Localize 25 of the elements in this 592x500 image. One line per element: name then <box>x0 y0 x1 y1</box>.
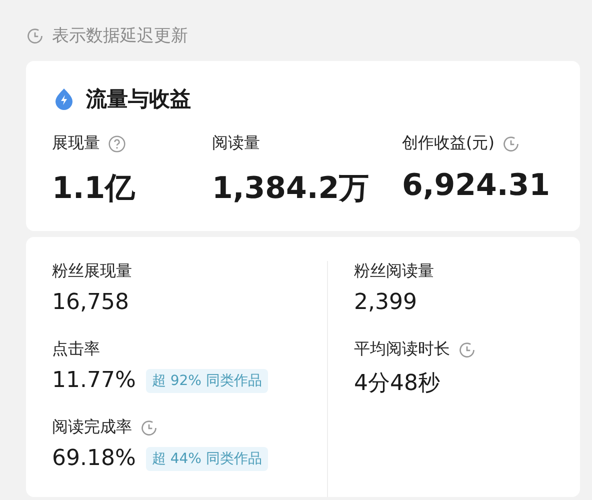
clock-icon <box>26 26 44 44</box>
rank-badge: 超 44% 同类作品 <box>146 446 268 470</box>
clock-icon[interactable] <box>458 340 476 358</box>
clock-icon[interactable] <box>140 418 158 436</box>
metric-value: 6,924.31 <box>402 168 552 203</box>
metric-label: 平均阅读时长 <box>354 339 450 360</box>
section-title: 流量与收益 <box>86 86 191 113</box>
rank-badge: 超 92% 同类作品 <box>146 368 268 392</box>
clock-icon[interactable] <box>502 134 520 152</box>
metric-value: 2,399 <box>354 290 417 315</box>
metric-label: 阅读量 <box>212 133 260 154</box>
help-icon[interactable] <box>108 134 126 152</box>
metric-value: 16,758 <box>52 290 129 315</box>
metric-value: 1.1亿 <box>52 170 136 208</box>
metric-label: 粉丝阅读量 <box>354 261 434 282</box>
metric-label: 创作收益(元) <box>402 133 494 154</box>
metric-value: 11.77% <box>52 368 136 393</box>
metric-label: 点击率 <box>52 339 100 360</box>
metric-label: 展现量 <box>52 133 100 154</box>
metric-value: 69.18% <box>52 446 136 471</box>
metric-label: 粉丝展现量 <box>52 261 132 282</box>
metric-value: 1,384.2万 <box>212 170 370 208</box>
metric-label: 阅读完成率 <box>52 417 132 438</box>
notice-text: 表示数据延迟更新 <box>52 25 188 47</box>
metric-value: 4分48秒 <box>354 370 440 398</box>
